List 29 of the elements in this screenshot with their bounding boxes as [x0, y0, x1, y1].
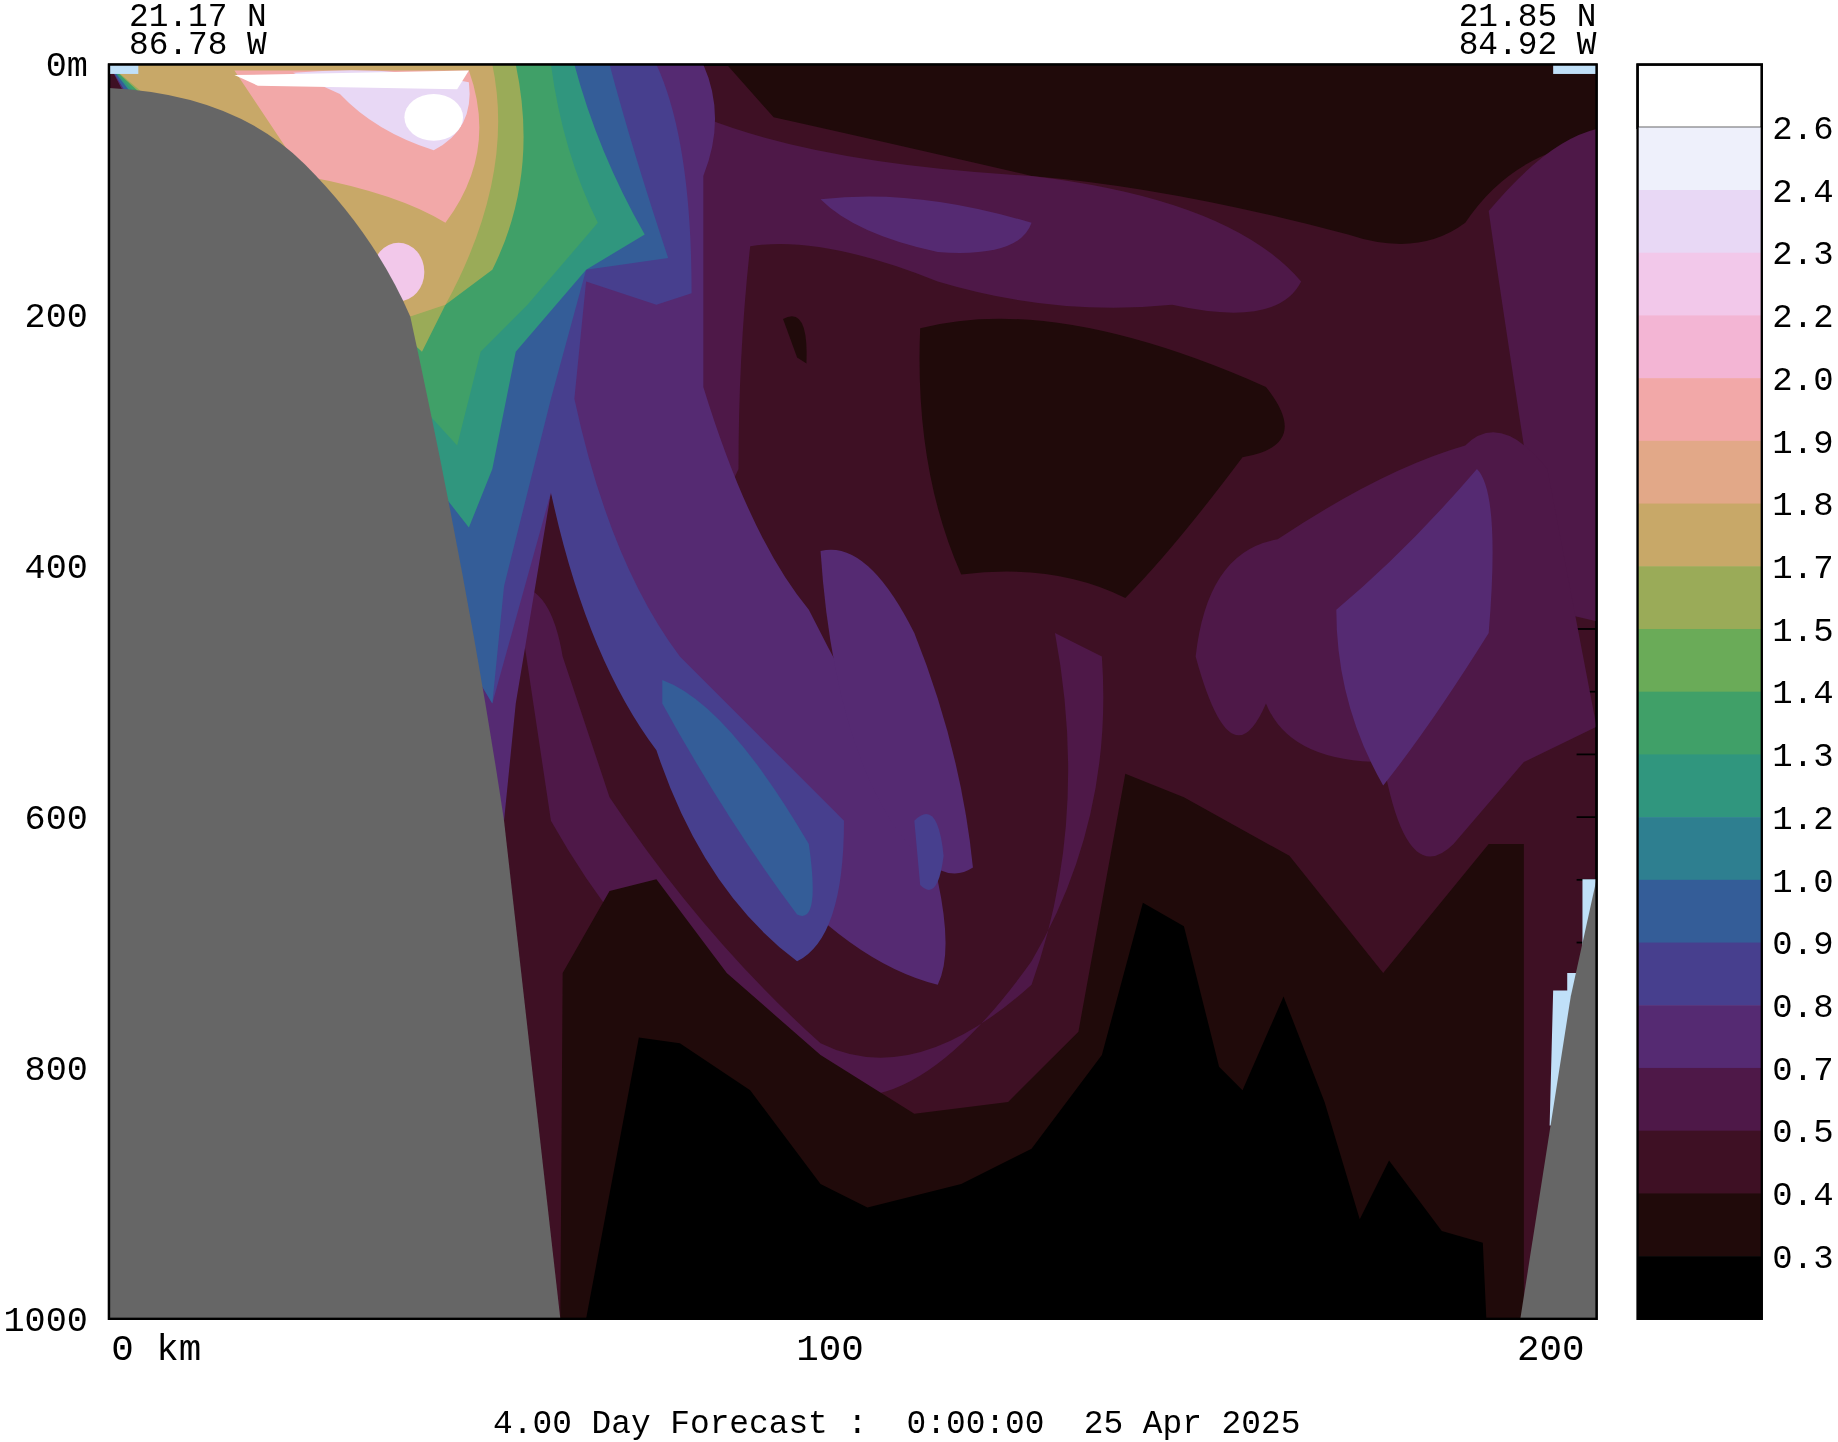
- colorbar-label: 2.4: [1772, 173, 1834, 212]
- depth-axis-label: 800: [24, 1050, 88, 1091]
- distance-axis-label: 100: [796, 1328, 864, 1371]
- colorbar-label: 2.2: [1772, 299, 1834, 338]
- colorbar-label: 1.9: [1772, 424, 1834, 463]
- depth-axis-label: 200: [24, 298, 88, 339]
- depth-axis-label: 400: [24, 549, 88, 589]
- distance-axis-label: 0 km: [111, 1328, 202, 1371]
- colorbar-label: 1.4: [1772, 675, 1834, 714]
- colorbar-label: 1.7: [1772, 550, 1834, 588]
- forecast-caption: 4.00 Day Forecast : 0:00:00 25 Apr 2025: [493, 1405, 1301, 1442]
- colorbar-label: 2.3: [1772, 236, 1834, 275]
- colorbar-label: 1.5: [1772, 612, 1834, 651]
- colorbar-label: 0.8: [1772, 989, 1834, 1027]
- colorbar-label: 0.3: [1772, 1239, 1834, 1278]
- colorbar-label: 2.0: [1772, 361, 1834, 400]
- depth-axis-label: 600: [24, 799, 88, 840]
- colorbar-label: 1.0: [1772, 863, 1834, 902]
- depth-axis-label: 0m: [45, 47, 88, 88]
- colorbar-label: 0.7: [1772, 1051, 1834, 1090]
- colorbar-label: 1.3: [1772, 738, 1834, 777]
- colorbar-label: 0.4: [1772, 1177, 1834, 1216]
- colorbar-label: 1.8: [1772, 487, 1834, 526]
- colorbar-label: 2.6: [1772, 111, 1834, 149]
- distance-axis-label: 200: [1517, 1328, 1585, 1371]
- colorbar-label: 1.2: [1772, 800, 1834, 839]
- colorbar-label: 0.9: [1772, 926, 1834, 965]
- colorbar-label: 0.5: [1772, 1114, 1834, 1153]
- depth-axis-label: 1000: [3, 1301, 88, 1342]
